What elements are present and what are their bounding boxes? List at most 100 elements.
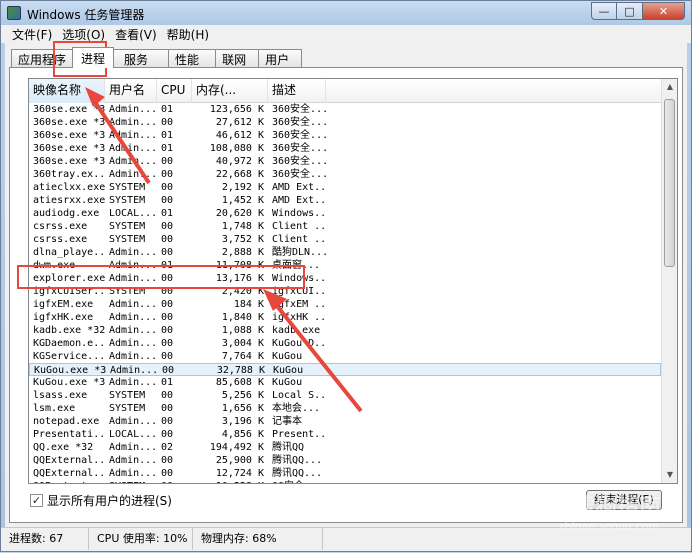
cell-user-name: SYSTEM	[109, 195, 146, 206]
menu-file[interactable]: 文件(F)	[7, 25, 57, 43]
cell-description: Present...	[272, 429, 326, 440]
cell-image-name: QQExternal...	[33, 468, 105, 479]
table-row[interactable]: csrss.exe SYSTEM 00 1,748 K Client ...	[29, 220, 661, 233]
cell-cpu: 00	[161, 169, 174, 180]
vertical-scrollbar[interactable]: ▲ ▼	[661, 79, 677, 483]
cell-description: KuGou	[272, 377, 303, 388]
table-row[interactable]: atieclxx.exe SYSTEM 00 2,192 K AMD Ext...	[29, 181, 661, 194]
tab-processes[interactable]: 进程	[72, 47, 115, 68]
cell-user-name: SYSTEM	[105, 480, 157, 483]
cell-memory: 22,668 K	[215, 169, 264, 180]
cell-image-name: dwm.exe	[33, 260, 76, 271]
table-row[interactable]: explorer.exe Admin... 00 13,176 K Windows...	[29, 272, 661, 285]
table-row[interactable]: 360se.exe *32 Admin... 01 123,656 K 360安全...	[29, 103, 661, 116]
tab-strip: 应用程序 进程 服务 性能 联网 用户	[11, 47, 303, 68]
table-row[interactable]: QQExternal... Admin... 00 12,724 K 腾讯QQ...	[29, 467, 661, 480]
table-row[interactable]: igfxEM.exe Admin... 00 184 K igfxEM ...	[29, 298, 661, 311]
column-image-name[interactable]: 映像名称	[29, 79, 105, 103]
cell-memory: 184 K	[233, 299, 264, 310]
show-all-users-checkbox[interactable]: ✓	[30, 494, 43, 507]
cell-image-name: csrss.exe	[33, 221, 88, 232]
status-process-count: 进程数: 67	[1, 528, 89, 550]
table-row[interactable]: lsm.exe SYSTEM 00 1,656 K 本地会...	[29, 402, 661, 415]
cell-cpu: 01	[161, 208, 174, 219]
cell-user-name: Admin...	[109, 442, 157, 453]
cell-user-name: SYSTEM	[109, 234, 146, 245]
table-row[interactable]: QQ.exe *32 Admin... 02 194,492 K 腾讯QQ	[29, 441, 661, 454]
table-row[interactable]: dwm.exe Admin... 01 11,708 K 桌面窗...	[29, 259, 661, 272]
maximize-button[interactable]: □	[617, 2, 643, 20]
column-user-name[interactable]: 用户名	[105, 79, 157, 103]
cell-description: 360安全...	[272, 156, 326, 167]
cell-cpu: 01	[161, 260, 174, 271]
show-all-users-option[interactable]: ✓ 显示所有用户的进程(S)	[30, 492, 172, 509]
cell-cpu: 00	[161, 403, 174, 414]
minimize-button[interactable]: —	[591, 2, 617, 20]
table-row[interactable]: lsass.exe SYSTEM 00 5,256 K Local S...	[29, 389, 661, 402]
tab-networking[interactable]: 联网	[215, 49, 260, 67]
table-row[interactable]: Presentati... LOCAL... 00 4,856 K Present...	[29, 428, 661, 441]
cell-description: Windows...	[272, 208, 326, 219]
tab-services[interactable]: 服务	[113, 49, 170, 67]
cell-user-name: SYSTEM	[109, 221, 146, 232]
table-row[interactable]: 360se.exe *32 Admin... 01 46,612 K 360安全...	[29, 129, 661, 142]
cell-cpu: 00	[161, 195, 174, 206]
table-row[interactable]: 360se.exe *32 Admin... 00 40,972 K 360安全...	[29, 155, 661, 168]
column-memory[interactable]: 内存(...	[192, 79, 268, 103]
tab-users[interactable]: 用户	[258, 49, 303, 67]
table-row[interactable]: 360se.exe *32 Admin... 01 108,080 K 360安全...	[29, 142, 661, 155]
cell-user-name: Admin...	[110, 365, 158, 375]
table-row[interactable]: csrss.exe SYSTEM 00 3,752 K Client ...	[29, 233, 661, 246]
cell-description: igfxCUI...	[272, 286, 326, 297]
cell-image-name: 360se.exe *32	[33, 104, 105, 115]
cell-image-name: 360se.exe *32	[33, 143, 105, 154]
table-row[interactable]: KuGou.exe *32 Admin... 01 85,608 K KuGou	[29, 376, 661, 389]
cell-cpu: 00	[161, 299, 174, 310]
title-bar[interactable]: Windows 任务管理器 — □ ✕	[1, 1, 691, 25]
cell-description: KuGou D...	[272, 338, 326, 349]
scroll-down-icon[interactable]: ▼	[662, 467, 677, 483]
cell-memory: 1,656 K	[221, 403, 264, 414]
table-row[interactable]: audiodg.exe LOCAL... 01 20,620 K Windows...	[29, 207, 661, 220]
table-row[interactable]: KGService.... Admin... 00 7,764 K KuGou	[29, 350, 661, 363]
cell-description: igfxHK ...	[272, 312, 326, 323]
close-button[interactable]: ✕	[643, 2, 685, 20]
process-list[interactable]: 映像名称 用户名 CPU 内存(... 描述 360se.exe *32 Admi…	[28, 78, 678, 484]
cell-image-name: 360se.exe *32	[33, 156, 105, 167]
cell-user-name: Admin...	[109, 468, 157, 479]
table-row[interactable]: QQExternal... Admin... 00 25,900 K 腾讯QQ...	[29, 454, 661, 467]
cell-user-name: Admin...	[109, 104, 157, 115]
cell-description: 腾讯QQ...	[272, 468, 323, 479]
cell-image-name: QQExternal...	[33, 455, 105, 466]
tab-applications[interactable]: 应用程序	[11, 49, 74, 67]
scroll-thumb[interactable]	[664, 99, 675, 267]
tab-performance[interactable]: 性能	[168, 49, 217, 67]
table-row[interactable]: dlna_playe... Admin... 00 2,888 K 酷狗DLN...	[29, 246, 661, 259]
cell-user-name: Admin...	[109, 260, 157, 271]
cell-cpu: 00	[161, 429, 174, 440]
table-row[interactable]: 360se.exe *32 Admin... 00 27,612 K 360安全...	[29, 116, 661, 129]
cell-image-name: atieclxx.exe	[33, 182, 105, 193]
cell-cpu: 00	[161, 286, 174, 297]
table-row[interactable]: KuGou.exe *32 Admin... 00 32,788 K KuGou	[29, 363, 661, 376]
cell-cpu: 00	[162, 365, 175, 375]
table-row[interactable]: igfxHK.exe Admin... 00 1,840 K igfxHK ...	[29, 311, 661, 324]
table-row[interactable]: notepad.exe Admin... 00 3,196 K 记事本	[29, 415, 661, 428]
menu-help[interactable]: 帮助(H)	[162, 25, 214, 43]
table-row[interactable]: 360tray.ex... Admin... 00 22,668 K 360安全...	[29, 168, 661, 181]
cell-cpu: 00	[161, 325, 174, 336]
column-description[interactable]: 描述	[268, 79, 326, 103]
table-row[interactable]: KGDaemon.e... Admin... 00 3,004 K KuGou D...	[29, 337, 661, 350]
scroll-up-icon[interactable]: ▲	[662, 79, 677, 95]
cell-description: 腾讯QQ...	[272, 455, 323, 466]
table-row[interactable]: atiesrxx.exe SYSTEM 00 1,452 K AMD Ext...	[29, 194, 661, 207]
table-row[interactable]: kadb.exe *32 Admin... 00 1,088 K kadb.exe	[29, 324, 661, 337]
menu-options[interactable]: 选项(O)	[57, 25, 110, 43]
column-cpu[interactable]: CPU	[157, 79, 192, 103]
table-row[interactable]: igfxCUISer... SYSTEM 00 2,420 K igfxCUI...	[29, 285, 661, 298]
menu-view[interactable]: 查看(V)	[110, 25, 162, 43]
cell-cpu: 00	[161, 273, 174, 284]
task-manager-icon	[7, 6, 21, 20]
table-row[interactable]: QQProtect....SYSTEM0010,228 KQQ安全...	[29, 480, 661, 483]
cell-cpu: 01	[161, 104, 174, 115]
